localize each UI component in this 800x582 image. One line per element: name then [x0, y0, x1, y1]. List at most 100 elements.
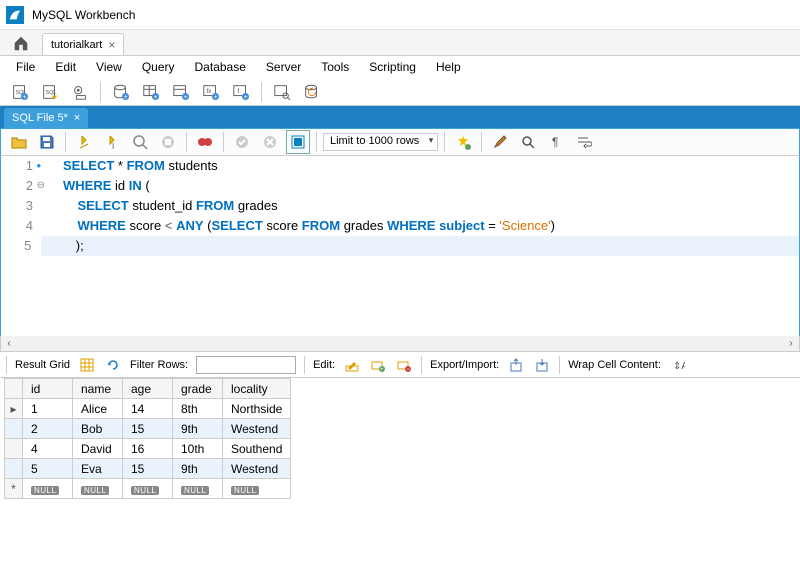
toggle-stop-on-error-icon[interactable] — [193, 130, 217, 154]
cell[interactable]: 2 — [23, 419, 73, 439]
cell[interactable]: Southend — [223, 439, 291, 459]
cell-null[interactable]: NULL — [173, 479, 223, 499]
open-sql-icon[interactable]: SQL — [38, 80, 62, 104]
cell[interactable]: 16 — [123, 439, 173, 459]
add-row-icon[interactable]: + — [369, 356, 387, 374]
cell-null[interactable]: NULL — [23, 479, 73, 499]
refresh-icon[interactable] — [104, 356, 122, 374]
cell-null[interactable]: NULL — [123, 479, 173, 499]
beautify-icon[interactable] — [451, 130, 475, 154]
cell[interactable]: 8th — [173, 399, 223, 419]
cell[interactable]: Bob — [73, 419, 123, 439]
edit-row-icon[interactable] — [343, 356, 361, 374]
commit-icon[interactable] — [230, 130, 254, 154]
cell-null[interactable]: NULL — [73, 479, 123, 499]
cell[interactable]: Alice — [73, 399, 123, 419]
code-line[interactable]: 3 SELECT student_id FROM grades — [1, 196, 799, 216]
code-line[interactable]: 1•SELECT * FROM students — [1, 156, 799, 176]
close-icon[interactable]: × — [108, 38, 115, 52]
cell[interactable]: 4 — [23, 439, 73, 459]
table-row[interactable]: 4David1610thSouthend — [5, 439, 291, 459]
inspector-icon[interactable] — [68, 80, 92, 104]
delete-row-icon[interactable]: − — [395, 356, 413, 374]
column-header[interactable]: locality — [223, 379, 291, 399]
scroll-right-icon[interactable]: › — [783, 338, 799, 349]
code-text[interactable]: WHERE score < ANY (SELECT score FROM gra… — [43, 216, 555, 236]
brush-icon[interactable] — [488, 130, 512, 154]
cell[interactable]: Westend — [223, 419, 291, 439]
menu-query[interactable]: Query — [134, 58, 183, 76]
wrap-icon[interactable] — [572, 130, 596, 154]
cell[interactable]: Northside — [223, 399, 291, 419]
wrap-cell-icon[interactable]: ⇕A — [669, 356, 687, 374]
cell[interactable]: 15 — [123, 459, 173, 479]
reconnect-icon[interactable] — [300, 80, 324, 104]
cell[interactable]: 14 — [123, 399, 173, 419]
stop-icon[interactable] — [156, 130, 180, 154]
home-button[interactable] — [6, 31, 36, 55]
code-line[interactable]: 2⊖WHERE id IN ( — [1, 176, 799, 196]
code-text[interactable]: WHERE id IN ( — [43, 176, 150, 196]
open-file-icon[interactable] — [7, 130, 31, 154]
column-header[interactable]: id — [23, 379, 73, 399]
cell[interactable]: 1 — [23, 399, 73, 419]
row-selector[interactable] — [5, 459, 23, 479]
column-header[interactable]: age — [123, 379, 173, 399]
execute-current-icon[interactable]: I — [100, 130, 124, 154]
code-text[interactable]: SELECT student_id FROM grades — [43, 196, 278, 216]
row-selector[interactable]: ▸ — [5, 399, 23, 419]
import-icon[interactable] — [533, 356, 551, 374]
menu-file[interactable]: File — [8, 58, 43, 76]
cell-null[interactable]: NULL — [223, 479, 291, 499]
cell[interactable]: David — [73, 439, 123, 459]
export-icon[interactable] — [507, 356, 525, 374]
cell[interactable]: 9th — [173, 419, 223, 439]
code-text[interactable]: ); — [41, 236, 799, 256]
execute-icon[interactable] — [72, 130, 96, 154]
auto-commit-icon[interactable] — [286, 130, 310, 154]
result-grid[interactable]: idnameagegradelocality▸1Alice148thNorths… — [4, 378, 291, 499]
toggle-invisible-icon[interactable]: ¶ — [544, 130, 568, 154]
menu-database[interactable]: Database — [187, 58, 254, 76]
table-row[interactable]: 5Eva159thWestend — [5, 459, 291, 479]
create-view-icon[interactable]: + — [169, 80, 193, 104]
menu-tools[interactable]: Tools — [313, 58, 357, 76]
row-limit-select[interactable]: Limit to 1000 rows — [323, 133, 438, 151]
cell[interactable]: Eva — [73, 459, 123, 479]
create-schema-icon[interactable]: + — [109, 80, 133, 104]
code-line[interactable]: 4 WHERE score < ANY (SELECT score FROM g… — [1, 216, 799, 236]
create-function-icon[interactable]: f+ — [229, 80, 253, 104]
cell[interactable]: 15 — [123, 419, 173, 439]
find-icon[interactable] — [516, 130, 540, 154]
menu-edit[interactable]: Edit — [47, 58, 84, 76]
column-header[interactable]: grade — [173, 379, 223, 399]
table-row-new[interactable]: *NULLNULLNULLNULLNULL — [5, 479, 291, 499]
row-selector[interactable] — [5, 419, 23, 439]
cell[interactable]: 10th — [173, 439, 223, 459]
cell[interactable]: 5 — [23, 459, 73, 479]
sql-editor[interactable]: 1•SELECT * FROM students2⊖WHERE id IN (3… — [0, 156, 800, 336]
cell[interactable]: 9th — [173, 459, 223, 479]
table-row[interactable]: 2Bob159thWestend — [5, 419, 291, 439]
menu-server[interactable]: Server — [258, 58, 309, 76]
sql-file-tab[interactable]: SQL File 5* × — [4, 108, 88, 128]
horizontal-scrollbar[interactable]: ‹ › — [0, 336, 800, 352]
column-header[interactable]: name — [73, 379, 123, 399]
menu-view[interactable]: View — [88, 58, 130, 76]
row-selector[interactable] — [5, 439, 23, 459]
create-procedure-icon[interactable]: fx+ — [199, 80, 223, 104]
result-grid-icon[interactable] — [78, 356, 96, 374]
new-sql-tab-icon[interactable]: SQL+ — [8, 80, 32, 104]
row-selector[interactable]: * — [5, 479, 23, 499]
create-table-icon[interactable]: + — [139, 80, 163, 104]
save-icon[interactable] — [35, 130, 59, 154]
scroll-left-icon[interactable]: ‹ — [1, 338, 17, 349]
cell[interactable]: Westend — [223, 459, 291, 479]
connection-tab[interactable]: tutorialkart × — [42, 33, 124, 55]
rollback-icon[interactable] — [258, 130, 282, 154]
explain-icon[interactable] — [128, 130, 152, 154]
code-line[interactable]: 5 ); — [1, 236, 799, 256]
code-text[interactable]: SELECT * FROM students — [43, 156, 218, 176]
filter-rows-input[interactable] — [196, 356, 296, 374]
table-row[interactable]: ▸1Alice148thNorthside — [5, 399, 291, 419]
